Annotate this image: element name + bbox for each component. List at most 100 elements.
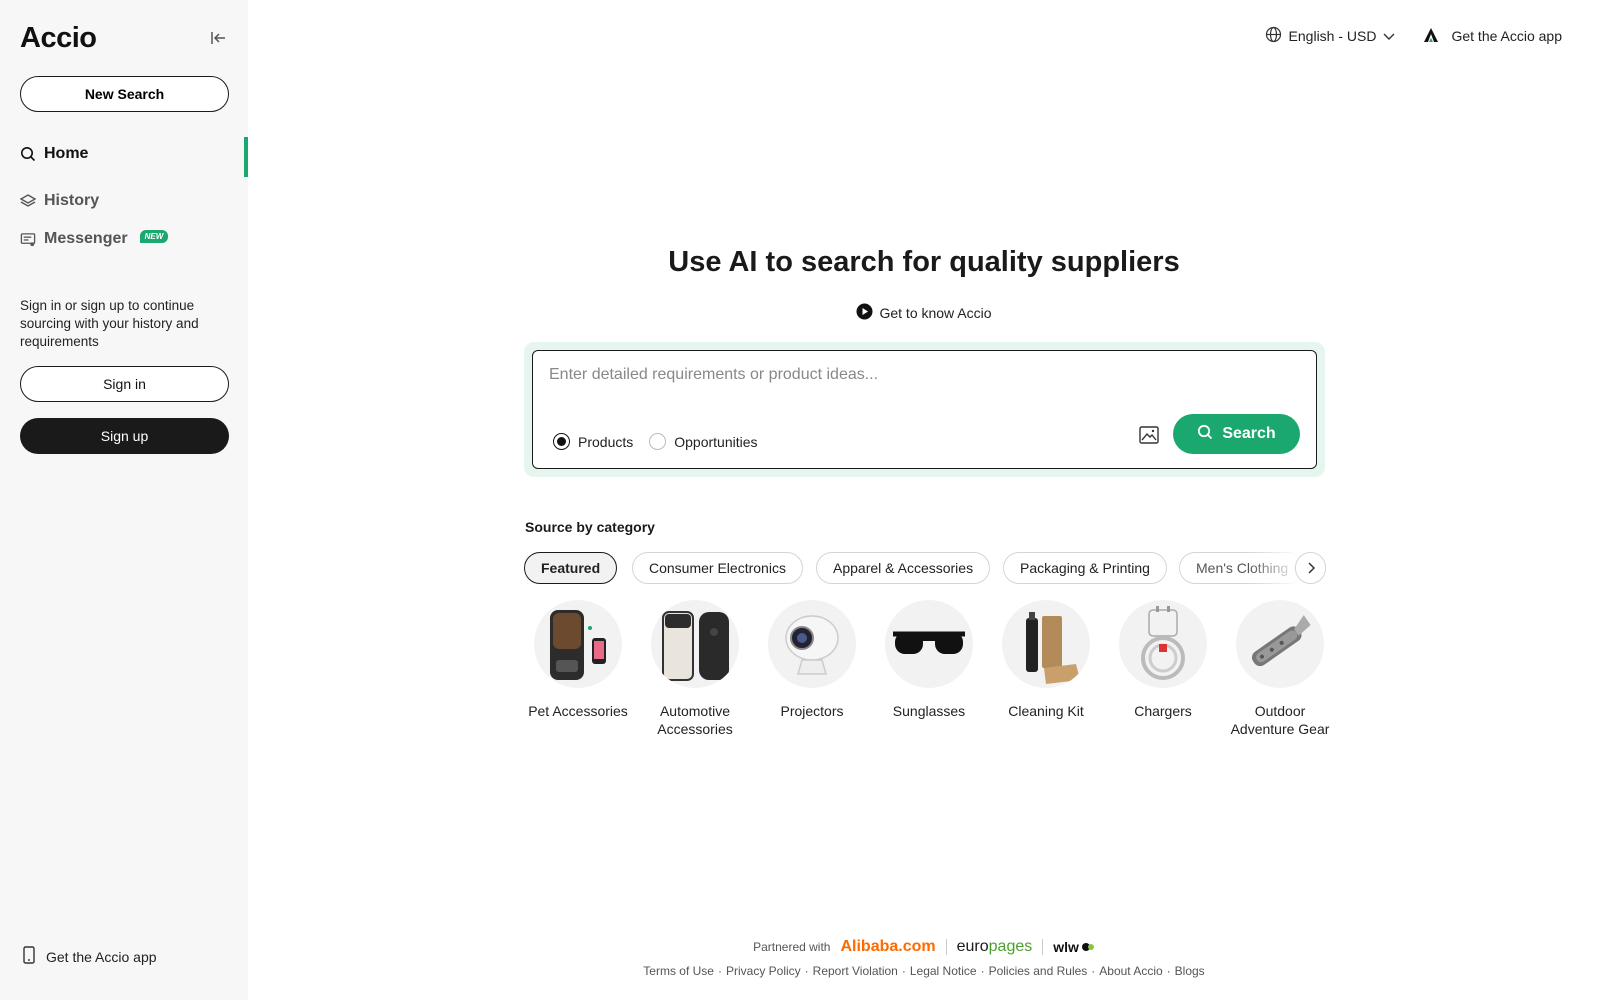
- chip-apparel-accessories[interactable]: Apparel & Accessories: [816, 552, 991, 584]
- top-bar: English - USD Get the Accio app: [1265, 26, 1562, 46]
- dot-separator: ·: [717, 964, 722, 978]
- footer-links: Terms of Use · Privacy Policy · Report Vio…: [248, 964, 1600, 978]
- collapse-sidebar-icon[interactable]: [206, 26, 230, 50]
- know-accio-row: Get to know Accio: [248, 303, 1600, 323]
- category-label: Cleaning Kit: [1008, 703, 1084, 719]
- image-upload-icon[interactable]: [1137, 423, 1161, 447]
- terms-link[interactable]: Terms of Use: [643, 964, 714, 978]
- search-icon: [20, 146, 36, 162]
- category-pet-accessories[interactable]: Pet Accessories: [520, 600, 636, 720]
- chevron-right-icon[interactable]: [1295, 552, 1326, 584]
- chat-icon: [20, 231, 36, 247]
- chip-packaging-printing[interactable]: Packaging & Printing: [1003, 552, 1167, 584]
- chips-fade-overlay: [1250, 552, 1300, 584]
- radio-dot: [553, 433, 570, 450]
- page-title: Use AI to search for quality suppliers: [668, 246, 1180, 278]
- get-app-label: Get the Accio app: [46, 948, 157, 965]
- radio-products[interactable]: Products: [553, 433, 633, 450]
- divider: [1042, 939, 1044, 955]
- sidebar-item-label: History: [44, 192, 100, 209]
- about-link[interactable]: About Accio: [1099, 964, 1162, 978]
- sidebar-item-label: Home: [44, 145, 89, 162]
- projector-icon: [768, 600, 856, 688]
- privacy-link[interactable]: Privacy Policy: [726, 964, 801, 978]
- play-icon: [856, 303, 873, 323]
- accio-logo[interactable]: Accio: [20, 22, 97, 55]
- search-button[interactable]: Search: [1173, 414, 1300, 454]
- dot-separator: ·: [804, 964, 809, 978]
- signin-prompt: Sign in or sign up to continue sourcing …: [20, 298, 199, 349]
- sidebar: Accio New Search Home History Messenger: [0, 0, 248, 1000]
- divider: [945, 939, 947, 955]
- radio-label: Products: [578, 433, 634, 450]
- dot-separator: ·: [980, 964, 985, 978]
- sign-in-button[interactable]: Sign in: [20, 366, 229, 402]
- sign-up-button[interactable]: Sign up: [20, 418, 229, 454]
- policies-link[interactable]: Policies and Rules: [989, 964, 1088, 978]
- europages-logo[interactable]: europages: [957, 938, 1033, 956]
- new-badge: NEW: [139, 229, 169, 243]
- alibaba-logo[interactable]: Alibaba.com: [840, 938, 935, 956]
- wlw-text: wlw: [1053, 939, 1079, 955]
- sidebar-item-history[interactable]: History: [20, 192, 99, 210]
- radio-label: Opportunities: [674, 433, 758, 450]
- category-outdoor-adventure-gear[interactable]: Outdoor Adventure Gear: [1222, 600, 1338, 738]
- search-panel: Products Opportunities Search: [524, 342, 1325, 477]
- accio-app-icon: [1423, 27, 1439, 46]
- globe-icon: [1265, 26, 1282, 46]
- report-violation-link[interactable]: Report Violation: [813, 964, 898, 978]
- category-chargers[interactable]: Chargers: [1105, 600, 1221, 720]
- search-box: Products Opportunities Search: [532, 350, 1317, 469]
- search-input[interactable]: [549, 363, 1289, 387]
- search-icon: [1197, 424, 1213, 445]
- category-projectors[interactable]: Projectors: [754, 600, 870, 720]
- dot-separator: ·: [1166, 964, 1171, 978]
- sunglasses-icon: [885, 600, 973, 688]
- category-label: Sunglasses: [892, 703, 966, 719]
- category-label: Pet Accessories: [528, 703, 628, 719]
- category-automotive-accessories[interactable]: Automotive Accessories: [637, 600, 753, 738]
- radio-dot: [649, 433, 667, 450]
- get-app-label: Get the Accio app: [1451, 28, 1562, 44]
- layers-icon: [20, 193, 36, 209]
- cleaning-kit-icon: [1002, 600, 1090, 688]
- partnered-with-label: Partnered with: [753, 940, 831, 954]
- category-label: Chargers: [1134, 703, 1192, 719]
- category-chips: Featured Consumer Electronics Apparel & …: [524, 552, 1324, 586]
- category-cleaning-kit[interactable]: Cleaning Kit: [988, 600, 1104, 720]
- europages-part-1: euro: [956, 938, 989, 955]
- europages-part-2: pages: [988, 938, 1033, 955]
- charger-icon: [1119, 600, 1207, 688]
- pet-feeder-icon: [534, 600, 622, 688]
- category-grid: Pet Accessories Automotive Accessories P…: [520, 600, 1329, 740]
- chevron-down-icon: [1383, 28, 1395, 44]
- search-button-label: Search: [1222, 425, 1276, 442]
- category-label: Projectors: [780, 703, 844, 719]
- blogs-link[interactable]: Blogs: [1175, 964, 1205, 978]
- legal-notice-link[interactable]: Legal Notice: [910, 964, 977, 978]
- multitool-icon: [1236, 600, 1324, 688]
- chip-featured[interactable]: Featured: [524, 552, 618, 584]
- category-sunglasses[interactable]: Sunglasses: [871, 600, 987, 720]
- category-label: Outdoor Adventure Gear: [1230, 703, 1330, 737]
- dot-separator: ·: [1091, 964, 1096, 978]
- app: Accio New Search Home History Messenger: [0, 0, 1600, 1000]
- new-search-button[interactable]: New Search: [20, 76, 229, 112]
- radio-opportunities[interactable]: Opportunities: [649, 433, 758, 450]
- category-label: Automotive Accessories: [657, 703, 733, 737]
- wlw-logo[interactable]: wlw: [1053, 939, 1095, 955]
- dot-separator: ·: [901, 964, 906, 978]
- partners-row: Partnered with Alibaba.com europages wlw: [248, 938, 1600, 956]
- chip-consumer-electronics[interactable]: Consumer Electronics: [632, 552, 803, 584]
- get-app-link-sidebar[interactable]: Get the Accio app: [22, 946, 157, 967]
- language-selector[interactable]: English - USD: [1265, 26, 1396, 46]
- sidebar-item-messenger[interactable]: Messenger NEW: [20, 229, 169, 248]
- car-accessory-icon: [651, 600, 739, 688]
- search-mode-group: Products Opportunities: [553, 433, 758, 450]
- know-accio-link[interactable]: Get to know Accio: [856, 303, 992, 323]
- know-accio-label: Get to know Accio: [879, 305, 992, 321]
- sidebar-item-home[interactable]: Home: [20, 145, 88, 163]
- get-app-link-top[interactable]: Get the Accio app: [1423, 27, 1562, 46]
- source-by-category-title: Source by category: [525, 519, 655, 535]
- sidebar-item-label: Messenger: [44, 230, 128, 247]
